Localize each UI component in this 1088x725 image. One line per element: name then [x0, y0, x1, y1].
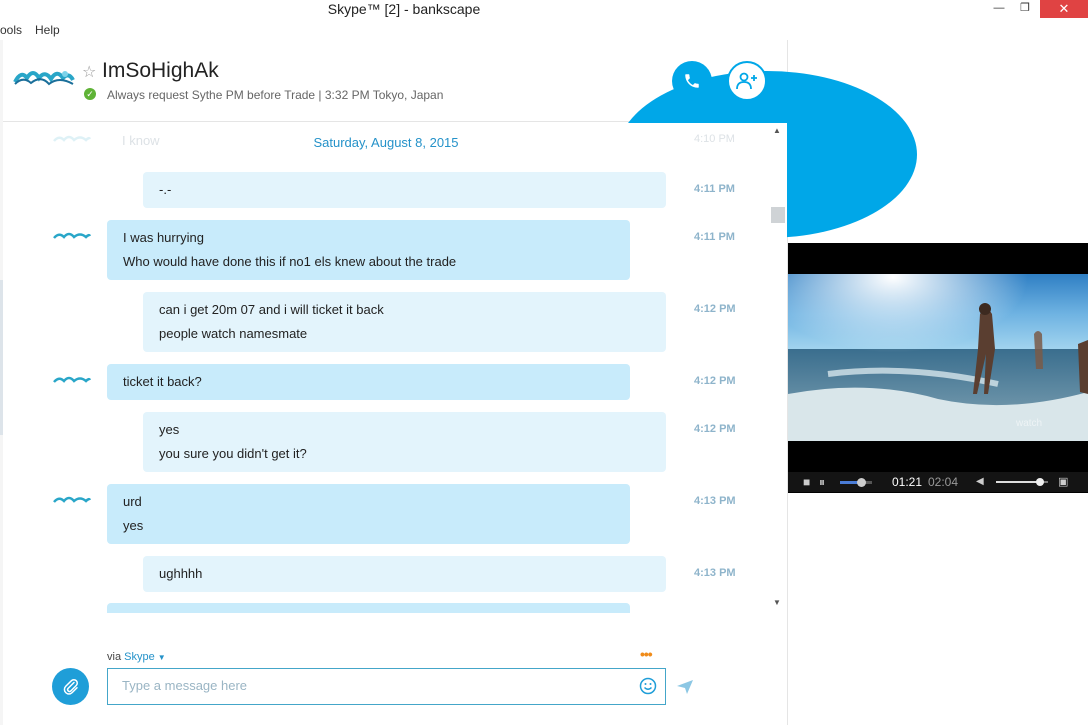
chat-history[interactable]: I know 4:10 PM Saturday, August 8, 2015 … [3, 123, 769, 613]
volume-slider-handle[interactable] [1036, 478, 1045, 486]
message-avatar[interactable] [53, 494, 91, 506]
seek-bar-handle[interactable] [856, 478, 866, 487]
message-timestamp: 4:13 PM [694, 495, 736, 507]
fullscreen-icon[interactable]: ▣ [1058, 472, 1068, 492]
seek-bar[interactable] [840, 478, 872, 487]
message-text: -.- [159, 182, 172, 197]
chat-scrollbar[interactable]: ▲ ▼ [769, 123, 787, 613]
svg-text:watch: watch [1015, 418, 1042, 429]
message-timestamp: 4:12 PM [694, 375, 736, 387]
current-time: 01:21 [892, 475, 923, 489]
favorite-star-icon[interactable]: ☆ [82, 62, 96, 82]
message-timestamp: 4:13 PM [694, 567, 736, 579]
maximize-button[interactable]: ❐ [1016, 1, 1034, 19]
message-text: yes [159, 422, 180, 437]
menu-item-tools[interactable]: ools [0, 23, 22, 37]
scrollbar-thumb[interactable] [771, 207, 785, 223]
title-bar: Skype™ [2] - bankscape — ❐ ✕ [0, 0, 1088, 20]
incoming-message-bubble[interactable]: I was hurrying Who would have done this i… [107, 220, 630, 280]
contact-name[interactable]: ImSoHighAk [102, 59, 219, 83]
typing-indicator: ••• [640, 646, 653, 662]
message-timestamp: 4:11 PM [694, 231, 735, 243]
video-frame-beach[interactable]: watch [788, 274, 1088, 441]
outgoing-message-bubble[interactable]: -.- [143, 172, 666, 208]
message-text: ticket it back? [123, 374, 202, 389]
message-text: people watch namesmate [159, 326, 308, 341]
voice-call-button[interactable] [672, 61, 712, 101]
message-avatar[interactable] [53, 230, 91, 242]
message-text: urd [123, 494, 142, 509]
menu-bar: ools Help [0, 20, 788, 40]
volume-slider-fill [996, 481, 1041, 483]
outgoing-message-bubble[interactable]: can i get 20m 07 and i will ticket it ba… [143, 292, 666, 352]
message-avatar[interactable] [53, 374, 91, 386]
message-text: yes [123, 518, 144, 533]
via-selector[interactable]: via Skype ▼ [107, 651, 166, 663]
paperclip-icon [63, 678, 78, 695]
scroll-down-icon[interactable]: ▼ [773, 598, 781, 607]
message-timestamp: 4:12 PM [694, 303, 736, 315]
contact-mood-message: Always request Sythe PM before Trade | 3… [107, 88, 444, 102]
date-separator: Saturday, August 8, 2015 [313, 135, 459, 150]
message-text: I was hurrying [123, 230, 204, 245]
player-controls: ■ ⏸ 01:21 02:04 ◀ ▣ [788, 472, 1088, 492]
volume-slider[interactable] [996, 478, 1048, 486]
scroll-up-icon[interactable]: ▲ [773, 126, 781, 135]
message-timestamp: 4:12 PM [694, 423, 736, 435]
chevron-down-icon[interactable]: ▼ [158, 653, 166, 662]
via-service[interactable]: Skype [124, 651, 155, 663]
add-contact-icon [736, 72, 757, 90]
minimize-button[interactable]: — [992, 2, 1006, 20]
message-input[interactable] [122, 678, 622, 693]
contact-avatar[interactable] [13, 66, 75, 90]
incoming-message-bubble[interactable]: urd yes [107, 484, 630, 544]
volume-icon[interactable]: ◀ [976, 472, 984, 492]
attach-button[interactable] [52, 668, 89, 705]
total-duration: 02:04 [928, 475, 959, 489]
message-text: you sure you didn't get it? [159, 446, 307, 461]
message-text: ughhhh [159, 566, 203, 581]
message-text: can i get 20m 07 and i will ticket it ba… [159, 302, 384, 317]
window-title: Skype™ [2] - bankscape [327, 1, 481, 17]
emoticon-icon[interactable] [639, 677, 657, 695]
close-button[interactable]: ✕ [1040, 0, 1088, 18]
add-people-button[interactable] [727, 61, 767, 101]
video-player[interactable]: watch ■ ⏸ 01:21 02:04 ◀ ▣ [788, 243, 1088, 493]
pause-icon[interactable]: ⏸ [819, 472, 825, 492]
online-status-icon: ✓ [84, 88, 96, 100]
partial-message-bubble [107, 603, 630, 613]
stop-icon[interactable]: ■ [803, 472, 810, 492]
conversation-header: ☆ ImSoHighAk ✓ Always request Sythe PM b… [3, 40, 917, 238]
via-label: via [107, 651, 122, 663]
message-input-box[interactable] [107, 668, 666, 705]
phone-icon [685, 74, 699, 88]
menu-item-help[interactable]: Help [35, 23, 60, 37]
message-text: Who would have done this if no1 els knew… [123, 254, 457, 269]
outgoing-message-bubble[interactable]: yes you sure you didn't get it? [143, 412, 666, 472]
message-timestamp: 4:11 PM [694, 183, 735, 195]
send-icon[interactable] [676, 679, 694, 695]
outgoing-message-bubble[interactable]: ughhhh [143, 556, 666, 592]
incoming-message-bubble[interactable]: ticket it back? [107, 364, 630, 400]
